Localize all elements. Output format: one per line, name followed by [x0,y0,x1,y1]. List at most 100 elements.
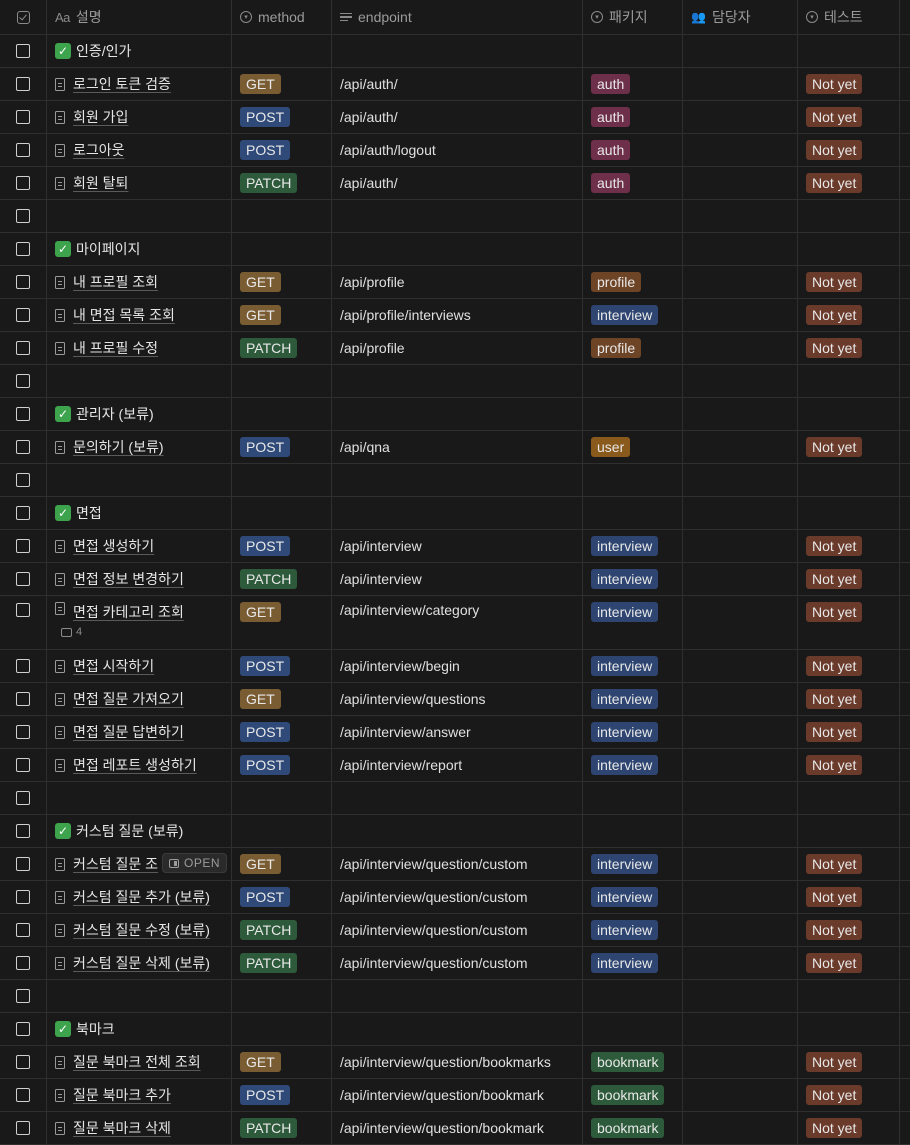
owner-cell[interactable] [683,431,798,463]
package-cell[interactable]: interview [583,563,683,595]
header-select-all[interactable] [0,0,47,34]
row-select-cell[interactable] [0,596,47,649]
table-row[interactable]: 면접 정보 변경하기 PATCH/api/interview interview No… [0,563,910,596]
row-checkbox[interactable] [16,77,30,91]
row-checkbox[interactable] [16,791,30,805]
endpoint-cell[interactable] [332,233,583,265]
row-title[interactable]: 면접 질문 가져오기 [73,689,184,709]
table-row[interactable]: 면접 카테고리 조회 4 GET/api/interview/category int… [0,596,910,650]
test-cell[interactable] [798,1013,900,1045]
test-cell[interactable]: Not yet [798,596,900,649]
row-select-cell[interactable] [0,881,47,913]
row-title[interactable]: 면접 시작하기 [73,656,154,676]
method-cell[interactable] [232,233,332,265]
title-cell[interactable]: 질문 북마크 추가 [47,1079,232,1111]
endpoint-cell[interactable]: /api/interview/category [332,596,583,649]
owner-cell[interactable] [683,881,798,913]
package-cell[interactable]: interview [583,716,683,748]
title-cell[interactable]: 커스텀 질문 추가 (보류) [47,881,232,913]
endpoint-cell[interactable] [332,398,583,430]
title-cell[interactable]: 면접 질문 답변하기 [47,716,232,748]
row-select-cell[interactable] [0,848,47,880]
row-select-cell[interactable] [0,68,47,100]
owner-cell[interactable] [683,1079,798,1111]
endpoint-cell[interactable]: /api/interview/question/custom [332,914,583,946]
title-cell[interactable]: ✓ 북마크 [47,1013,232,1045]
title-cell[interactable] [47,980,232,1012]
test-cell[interactable] [798,497,900,529]
row-checkbox[interactable] [16,824,30,838]
endpoint-cell[interactable] [332,497,583,529]
table-row[interactable]: 로그인 토큰 검증 GET/api/auth/auth Not yet [0,68,910,101]
row-checkbox[interactable] [16,440,30,454]
endpoint-cell[interactable]: /api/profile [332,332,583,364]
owner-cell[interactable] [683,914,798,946]
method-cell[interactable] [232,980,332,1012]
title-cell[interactable] [47,464,232,496]
method-cell[interactable]: POST [232,749,332,781]
method-cell[interactable] [232,782,332,814]
row-checkbox[interactable] [16,242,30,256]
owner-cell[interactable] [683,683,798,715]
row-checkbox[interactable] [16,758,30,772]
table-row[interactable]: 로그아웃 POST/api/auth/logout auth Not yet [0,134,910,167]
test-cell[interactable] [798,35,900,67]
table-row[interactable]: 커스텀 질문 추가 (보류) POST/api/interview/questio… [0,881,910,914]
endpoint-cell[interactable] [332,782,583,814]
table-row[interactable]: 면접 질문 답변하기 POST/api/interview/answer inter… [0,716,910,749]
row-checkbox[interactable] [16,506,30,520]
row-select-cell[interactable] [0,716,47,748]
title-cell[interactable]: 질문 북마크 전체 조회 [47,1046,232,1078]
method-cell[interactable]: PATCH [232,167,332,199]
title-cell[interactable]: ✓ 관리자 (보류) [47,398,232,430]
row-select-cell[interactable] [0,650,47,682]
title-cell[interactable]: 면접 레포트 생성하기 [47,749,232,781]
title-cell[interactable]: 문의하기 (보류) [47,431,232,463]
owner-cell[interactable] [683,650,798,682]
method-cell[interactable]: PATCH [232,1112,332,1144]
owner-cell[interactable] [683,1046,798,1078]
test-cell[interactable] [798,815,900,847]
method-cell[interactable] [232,815,332,847]
package-cell[interactable] [583,398,683,430]
title-cell[interactable]: 면접 카테고리 조회 4 [47,596,232,649]
endpoint-cell[interactable]: /api/interview [332,563,583,595]
row-title[interactable]: 질문 북마크 전체 조회 [73,1052,201,1072]
test-cell[interactable]: Not yet [798,332,900,364]
row-title[interactable]: 면접 카테고리 조회 [73,602,184,622]
method-cell[interactable]: POST [232,1079,332,1111]
row-select-cell[interactable] [0,266,47,298]
title-cell[interactable]: 커스텀 질문 조 OPEN [47,848,232,880]
package-cell[interactable] [583,1013,683,1045]
row-checkbox[interactable] [16,407,30,421]
title-cell[interactable]: 커스텀 질문 수정 (보류) [47,914,232,946]
row-title[interactable]: 면접 레포트 생성하기 [73,755,197,775]
test-cell[interactable]: Not yet [798,563,900,595]
method-cell[interactable] [232,1013,332,1045]
row-select-cell[interactable] [0,947,47,979]
method-cell[interactable]: POST [232,650,332,682]
row-select-cell[interactable] [0,35,47,67]
test-cell[interactable] [798,365,900,397]
table-row[interactable]: 면접 생성하기 POST/api/interview interview Not ye… [0,530,910,563]
title-cell[interactable]: ✓ 면접 [47,497,232,529]
method-cell[interactable]: POST [232,530,332,562]
method-cell[interactable]: POST [232,431,332,463]
package-cell[interactable]: bookmark [583,1112,683,1144]
table-row[interactable]: 커스텀 질문 수정 (보류) PATCH/api/interview/questi… [0,914,910,947]
row-title[interactable]: 회원 가입 [73,107,128,127]
method-cell[interactable]: GET [232,683,332,715]
test-cell[interactable]: Not yet [798,848,900,880]
method-cell[interactable]: PATCH [232,914,332,946]
owner-cell[interactable] [683,947,798,979]
method-cell[interactable]: PATCH [232,332,332,364]
test-cell[interactable]: Not yet [798,299,900,331]
title-cell[interactable]: 회원 탈퇴 [47,167,232,199]
row-select-cell[interactable] [0,1112,47,1144]
row-checkbox[interactable] [16,374,30,388]
title-cell[interactable]: 면접 시작하기 [47,650,232,682]
method-cell[interactable]: POST [232,101,332,133]
row-checkbox[interactable] [16,1022,30,1036]
row-checkbox[interactable] [16,341,30,355]
package-cell[interactable]: profile [583,332,683,364]
